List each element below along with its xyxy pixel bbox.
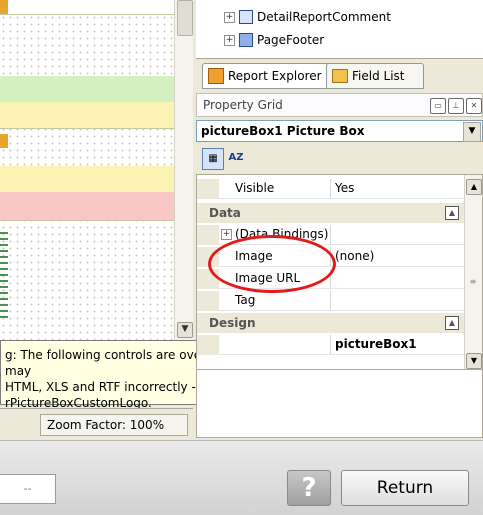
expand-icon[interactable]: + (224, 34, 235, 46)
object-selector-dropdown[interactable]: pictureBox1 Picture Box ▼ (196, 120, 483, 142)
scroll-down-icon[interactable]: ▼ (177, 322, 193, 338)
tree-item-pagefooter[interactable]: + PageFooter (224, 33, 324, 47)
tree-item-detailreportcomment[interactable]: + DetailReportComment (224, 10, 391, 24)
tab-label: Field List (352, 69, 405, 83)
collapse-icon[interactable]: ▲ (445, 206, 459, 220)
property-value[interactable] (331, 269, 467, 289)
property-value[interactable]: Yes (331, 179, 467, 199)
scroll-up-icon[interactable]: ▲ (466, 179, 482, 195)
scroll-thumb[interactable] (177, 0, 193, 36)
tab-field-list[interactable]: Field List (326, 63, 424, 89)
property-value[interactable] (331, 225, 467, 245)
property-row-name[interactable]: pictureBox1 (197, 335, 467, 355)
selected-object: pictureBox1 Picture Box (201, 124, 365, 138)
tree-item-label: PageFooter (257, 33, 325, 47)
expand-icon[interactable]: + (224, 11, 235, 23)
property-grid-scrollbar[interactable]: ▲ ≡ ▼ (464, 175, 482, 369)
tree-item-label: DetailReportComment (257, 10, 391, 24)
report-band[interactable] (0, 102, 183, 129)
property-name: Tag (219, 291, 331, 311)
explorer-tab-strip: Report Explorer Field List (196, 58, 483, 89)
property-value[interactable]: (none) (331, 247, 467, 267)
category-label: Data (209, 206, 241, 220)
panel-title: Property Grid (203, 98, 283, 112)
control-marker[interactable] (0, 232, 8, 322)
chevron-down-icon[interactable]: ▼ (463, 122, 481, 142)
property-name: Visible (219, 179, 331, 199)
report-band[interactable] (0, 76, 183, 103)
window-position-icon[interactable]: ▭ (430, 98, 446, 114)
property-value[interactable]: pictureBox1 (331, 335, 467, 355)
report-band[interactable] (0, 166, 183, 193)
property-name (219, 335, 331, 355)
property-row-tag[interactable]: Tag (197, 291, 467, 311)
control-marker[interactable] (0, 0, 8, 14)
highlight-circle (208, 235, 336, 293)
band-icon (239, 33, 253, 47)
zoom-factor-label: Zoom Factor: 100% (40, 414, 188, 436)
report-explorer-tree: + DetailReportComment + PageFooter (196, 0, 483, 58)
category-label: Design (209, 316, 256, 330)
control-marker[interactable] (0, 134, 8, 148)
tab-label: Report Explorer (228, 69, 322, 83)
return-button[interactable]: Return (341, 470, 469, 506)
designer-vertical-scrollbar[interactable]: ▼ (174, 0, 193, 340)
category-design[interactable]: Design ▲ (197, 313, 467, 333)
band-icon (239, 10, 253, 24)
category-data[interactable]: Data ▲ (197, 203, 467, 223)
property-description-pane (196, 370, 483, 438)
expand-icon[interactable]: + (221, 229, 232, 240)
categorized-icon[interactable]: ▦ (202, 148, 224, 170)
alphabetical-icon[interactable]: AZ (226, 148, 246, 168)
close-icon[interactable]: ✕ (466, 98, 482, 114)
report-band[interactable] (0, 192, 183, 221)
property-grid-titlebar: Property Grid ▭ ⊥ ✕ (196, 93, 483, 117)
property-value[interactable] (331, 291, 467, 311)
property-grid-toolbar: ▦ AZ (196, 144, 483, 172)
collapse-icon[interactable]: ▲ (445, 316, 459, 330)
scroll-grip-icon[interactable]: ≡ (466, 275, 480, 289)
field-list-icon (332, 69, 348, 83)
report-band[interactable] (0, 0, 183, 15)
tab-report-explorer[interactable]: Report Explorer (202, 63, 334, 89)
scroll-down-icon[interactable]: ▼ (466, 353, 482, 369)
property-row-visible[interactable]: Visible Yes (197, 179, 467, 199)
bottom-input-field[interactable]: -- (0, 474, 56, 504)
report-explorer-icon (208, 68, 224, 84)
help-button[interactable]: ? (287, 470, 331, 506)
report-designer-surface[interactable]: ▼ (0, 0, 193, 340)
pin-icon[interactable]: ⊥ (448, 98, 464, 114)
